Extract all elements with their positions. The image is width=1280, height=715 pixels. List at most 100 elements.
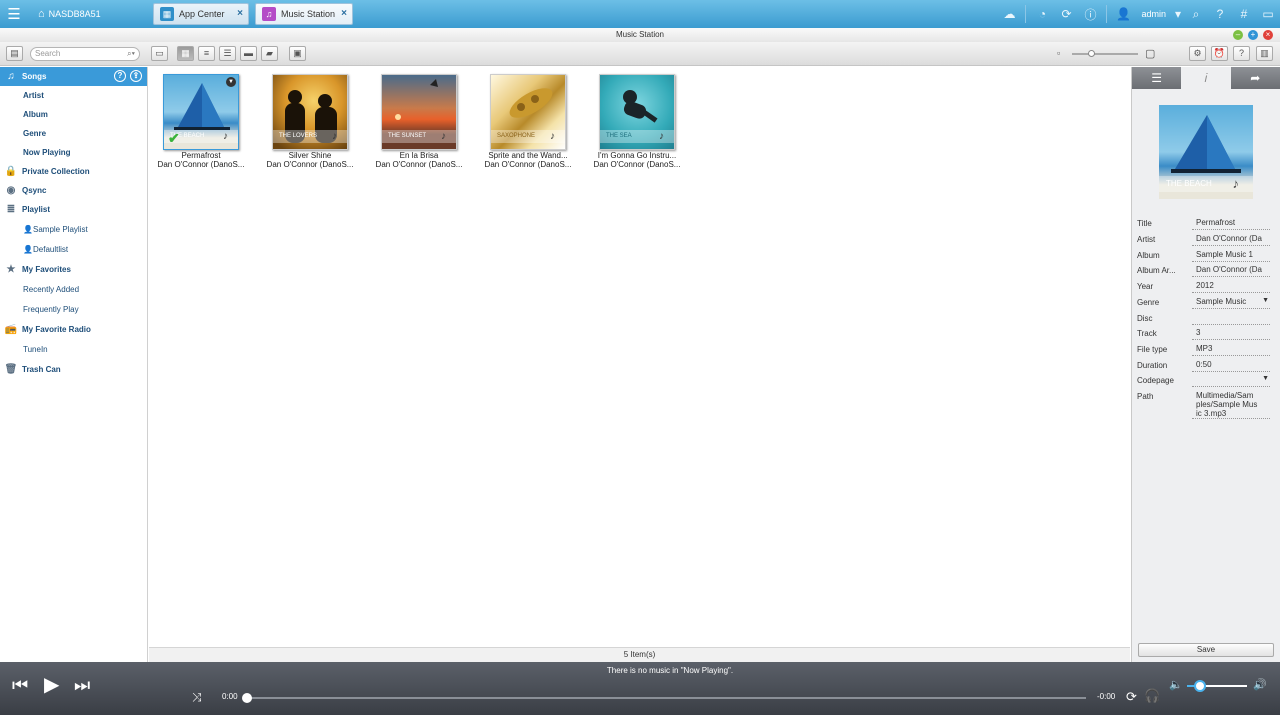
artist-input[interactable]: Dan O'Connor (Da <box>1192 234 1270 246</box>
search-icon[interactable]: ⌕ <box>1184 0 1208 28</box>
cover-flow-view-button[interactable]: ▭ <box>151 46 168 61</box>
maximize-button[interactable]: + <box>1248 30 1258 40</box>
cloud-icon[interactable]: ☁ <box>997 0 1021 28</box>
album-artist: Dan O'Connor (DanoS... <box>266 160 354 169</box>
thumbnail-size-slider[interactable] <box>1072 50 1138 57</box>
search-icon[interactable]: ⌕▾ <box>127 48 135 60</box>
codepage-select[interactable] <box>1192 375 1270 387</box>
username[interactable]: admin <box>1141 9 1166 19</box>
sidebar-item-private-collection[interactable]: 🔒 Private Collection <box>0 162 147 181</box>
sidebar-item-my-favorite-radio[interactable]: 📻 My Favorite Radio <box>0 319 147 339</box>
small-size-icon[interactable]: ▫ <box>1057 48 1060 58</box>
sidebar-item-album[interactable]: Album <box>0 105 147 124</box>
album-cover[interactable]: THE LOVERS ♪ <box>272 74 348 150</box>
sidebar-item-songs[interactable]: ♫ Songs ? ⇪ <box>0 67 147 86</box>
play-button[interactable]: ▶ <box>44 674 59 696</box>
sidebar-item-sample-playlist[interactable]: 👤 Sample Playlist <box>0 219 147 239</box>
download-icon[interactable]: ◔ <box>1030 0 1054 28</box>
repeat-icon[interactable]: ⟳ <box>1126 689 1137 705</box>
sidebar-item-recently-added[interactable]: Recently Added <box>0 279 147 299</box>
info-icon[interactable]: ⓘ <box>1078 0 1102 28</box>
qsync-icon: ◉ <box>6 185 16 196</box>
volume-low-icon[interactable]: 🔈 <box>1169 678 1183 691</box>
dropdown-arrow-icon[interactable]: ▼ <box>1262 297 1269 304</box>
next-button[interactable]: ⏭ <box>74 674 90 696</box>
close-icon[interactable]: × <box>341 8 347 19</box>
folder-view-button[interactable]: ▰ <box>261 46 278 61</box>
upload-icon[interactable]: ⇪ <box>130 70 142 82</box>
help-icon[interactable]: ? <box>1208 0 1232 28</box>
thumbnail-view-button[interactable]: ▦ <box>177 46 194 61</box>
grid-icon[interactable]: # <box>1232 0 1256 28</box>
album-item[interactable]: THE SEA ♪ I'm Gonna Go Instru... Dan O'C… <box>592 74 682 169</box>
path-line: ples/Sample Mus <box>1196 400 1258 409</box>
volume-slider[interactable] <box>1187 680 1247 692</box>
headphones-icon[interactable]: 🎧 <box>1144 688 1160 704</box>
track-input[interactable]: 3 <box>1192 328 1270 340</box>
help-button[interactable]: ? <box>1233 46 1250 61</box>
main-menu-icon[interactable]: ☰ <box>0 0 28 28</box>
help-icon[interactable]: ? <box>114 70 126 82</box>
shuffle-icon[interactable]: ⤨ <box>192 690 202 705</box>
save-button[interactable]: Save <box>1138 643 1274 657</box>
album-cover[interactable]: THE SUNSET ♪ <box>381 74 457 150</box>
volume-knob[interactable] <box>1194 680 1206 692</box>
sidebar-item-genre[interactable]: Genre <box>0 124 147 143</box>
disc-input[interactable] <box>1192 313 1270 325</box>
close-button[interactable]: × <box>1263 30 1273 40</box>
sidebar-item-tunein[interactable]: TuneIn <box>0 339 147 359</box>
album-artist-input[interactable]: Dan O'Connor (Da <box>1192 265 1270 277</box>
sidebar-item-frequently-play[interactable]: Frequently Play <box>0 299 147 319</box>
music-note-icon: ♪ <box>441 131 446 142</box>
sidebar-item-trash-can[interactable]: 🗑 Trash Can <box>0 359 147 379</box>
slider-knob[interactable] <box>1088 50 1095 57</box>
avatar[interactable]: 👤 <box>1111 0 1135 28</box>
dropdown-arrow-icon[interactable]: ▼ <box>1262 375 1269 382</box>
album-cover[interactable]: SAXOPHONE ♪ <box>490 74 566 150</box>
large-size-icon[interactable]: ▢ <box>1145 47 1155 60</box>
player-bar: There is no music in "Now Playing". ⏮ ▶ … <box>0 662 1280 715</box>
title-input[interactable]: Permafrost <box>1192 218 1270 230</box>
close-icon[interactable]: × <box>237 8 243 19</box>
tab-share[interactable]: ➦ <box>1231 67 1280 89</box>
chevron-down-icon[interactable]: ▾ <box>1172 0 1184 28</box>
sidebar-toggle-button[interactable]: ▤ <box>6 46 23 61</box>
album-item[interactable]: ▼ THE BEACH ♪ ✔ Permafrost Dan O'Connor … <box>156 74 246 169</box>
progress-bar[interactable] <box>242 693 1086 703</box>
album-cover[interactable]: ▼ THE BEACH ♪ ✔ <box>163 74 239 150</box>
nas-home[interactable]: ⌂ NASDB8A51 <box>38 8 146 20</box>
search-input[interactable]: Search ⌕▾ <box>30 47 140 61</box>
list-view-button[interactable]: ≡ <box>198 46 215 61</box>
tab-music-station[interactable]: ♫ Music Station × <box>255 3 353 25</box>
minimize-button[interactable]: – <box>1233 30 1243 40</box>
chevron-down-icon[interactable]: ▼ <box>226 77 236 87</box>
progress-knob[interactable] <box>242 693 252 703</box>
sidebar-item-now-playing[interactable]: Now Playing <box>0 143 147 162</box>
volume-high-icon[interactable]: 🔊 <box>1253 678 1267 691</box>
sync-icon[interactable]: ⟳ <box>1054 0 1078 28</box>
alarm-button[interactable]: ⏰ <box>1211 46 1228 61</box>
album-input[interactable]: Sample Music 1 <box>1192 250 1270 262</box>
top-bar: ☰ ⌂ NASDB8A51 ▦ App Center × ♫ Music Sta… <box>0 0 1280 28</box>
tab-app-center[interactable]: ▦ App Center × <box>153 3 249 25</box>
add-to-playlist-button[interactable]: ▣ <box>289 46 306 61</box>
sidebar-item-my-favorites[interactable]: ★ My Favorites <box>0 259 147 279</box>
settings-button[interactable]: ⚙ <box>1189 46 1206 61</box>
year-input[interactable]: 2012 <box>1192 281 1270 293</box>
album-item[interactable]: SAXOPHONE ♪ Sprite and the Wand... Dan O… <box>483 74 573 169</box>
tab-list[interactable]: ☰ <box>1132 67 1181 89</box>
tab-info[interactable]: 𝑖 <box>1181 67 1231 89</box>
album-view-button[interactable]: ▬ <box>240 46 257 61</box>
sidebar-item-qsync[interactable]: ◉ Qsync <box>0 181 147 200</box>
right-panel-toggle-button[interactable]: ▥ <box>1256 46 1273 61</box>
sidebar-item-defaultlist[interactable]: 👤 Defaultlist <box>0 239 147 259</box>
detail-view-button[interactable]: ☰ <box>219 46 236 61</box>
album-item[interactable]: THE SUNSET ♪ En la Brisa Dan O'Connor (D… <box>374 74 464 169</box>
album-cover[interactable]: THE SEA ♪ <box>599 74 675 150</box>
genre-select[interactable]: Sample Music <box>1192 297 1270 309</box>
sidebar-item-artist[interactable]: Artist <box>0 86 147 105</box>
previous-button[interactable]: ⏮ <box>12 674 28 696</box>
sidebar-item-playlist[interactable]: ≣ Playlist <box>0 200 147 219</box>
album-item[interactable]: THE LOVERS ♪ Silver Shine Dan O'Connor (… <box>265 74 355 169</box>
monitor-icon[interactable]: ▭ <box>1256 0 1280 28</box>
